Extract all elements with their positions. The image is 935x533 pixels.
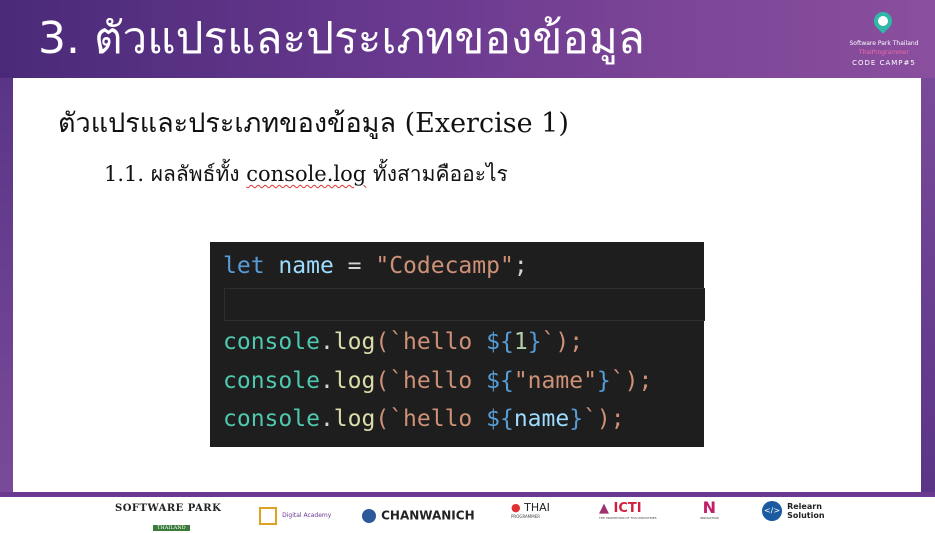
sponsor-thai-programmer: ● THAI PROGRAMMER <box>511 501 550 519</box>
icti-icon: ▲ <box>599 501 609 516</box>
title-bar: 3. ตัวแปรและประเภทของข้อมูล Software Par… <box>0 0 935 78</box>
code-line-1: let name = "Codecamp"; <box>223 253 528 279</box>
question-prefix: 1.1. ผลลัพธ์ทั้ง <box>104 162 247 186</box>
map-pin-icon <box>870 8 896 34</box>
exercise-heading: ตัวแปรและประเภทของข้อมูล (Exercise 1) <box>58 108 569 139</box>
code-line-3: console.log(`hello ${1}`); <box>223 329 584 355</box>
logo-line-3: CODE CAMP#5 <box>852 59 916 67</box>
sponsor-relearn: </> Relearn Solution <box>762 500 825 521</box>
left-border <box>0 78 13 492</box>
sponsor-chanwanich: CHANWANICH <box>362 505 475 524</box>
code-line-2-empty <box>224 288 705 321</box>
sponsor-n-logo: N INNOVATION <box>700 498 719 521</box>
code-line-4: console.log(`hello ${"name"}`); <box>223 368 653 394</box>
sponsor-digital-academy: Digital Academy <box>259 505 331 525</box>
chanwanich-icon <box>362 508 376 523</box>
question-suffix: ทั้งสามคืออะไร <box>366 162 508 186</box>
code-bracket-icon: </> <box>762 500 782 521</box>
logo-line-1: Software Park Thailand <box>849 40 919 47</box>
question-code-term: console.log <box>246 162 367 186</box>
logo-line-2: ThaiProgrammer <box>858 49 910 56</box>
question-item: 1.1. ผลลัพธ์ทั้ง console.log ทั้งสามคืออ… <box>104 158 508 191</box>
sponsor-icti: ▲ ICTI THE PROMOTION OF THAI INDUSTRIES <box>599 501 657 520</box>
slide: 3. ตัวแปรและประเภทของข้อมูล Software Par… <box>0 0 935 531</box>
code-snippet: let name = "Codecamp"; console.log(`hell… <box>210 242 705 447</box>
code-line-5: console.log(`hello ${name}`); <box>223 406 625 432</box>
sponsor-footer: SOFTWARE PARK THAILAND Digital Academy C… <box>0 497 935 531</box>
chip-icon <box>259 506 277 525</box>
slide-title: 3. ตัวแปรและประเภทของข้อมูล <box>38 13 645 64</box>
dot-icon: ● <box>511 501 521 514</box>
sponsor-software-park: SOFTWARE PARK THAILAND <box>115 503 222 531</box>
right-border <box>921 78 935 492</box>
codecamp-logo: Software Park Thailand ThaiProgrammer CO… <box>848 8 920 70</box>
